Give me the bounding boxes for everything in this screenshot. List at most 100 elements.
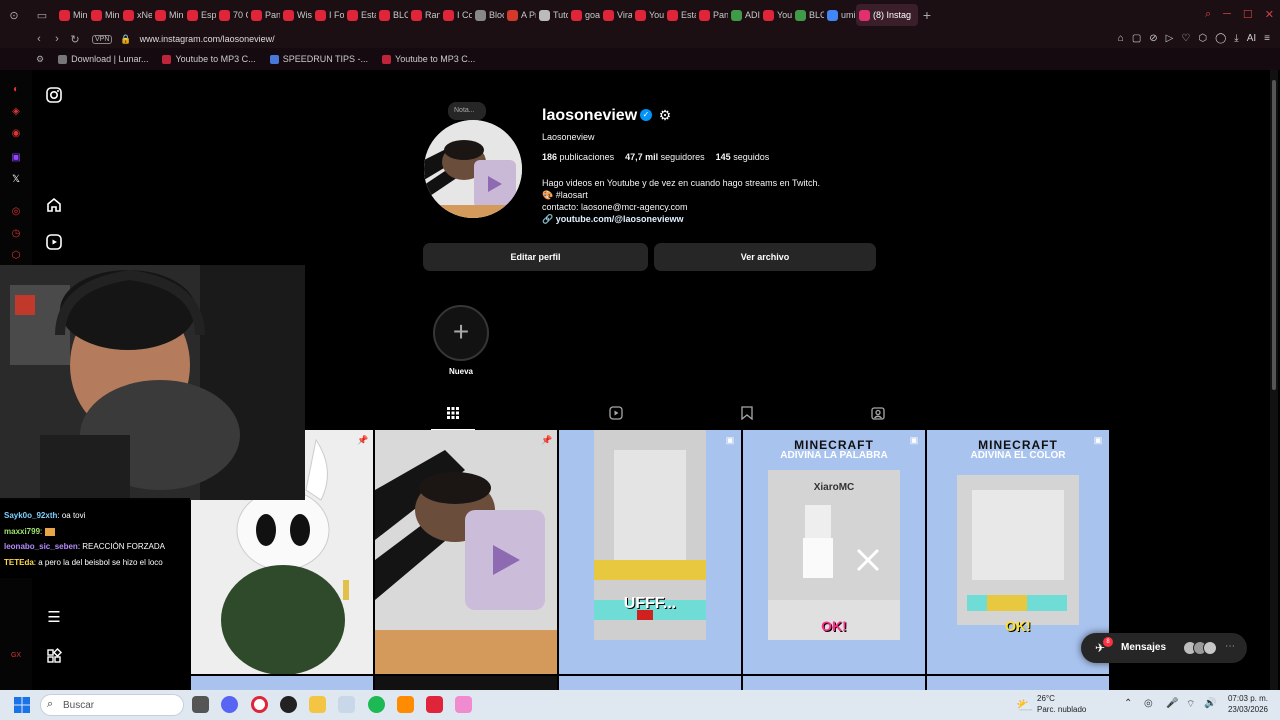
bookmark-item[interactable]: Youtube to MP3 C... — [382, 54, 475, 64]
taskbar-clock[interactable]: 07:03 p. m. 23/03/2026 — [1228, 693, 1268, 715]
bookmark-item[interactable]: SPEEDRUN TIPS -... — [269, 54, 368, 64]
browser-tab[interactable]: You — [760, 4, 792, 26]
close-icon[interactable]: ✕ — [1265, 8, 1274, 21]
edit-profile-button[interactable]: Editar perfil — [423, 243, 648, 271]
opera-menu-icon[interactable]: ⊙ — [0, 0, 28, 30]
weather-widget[interactable]: 26°C Parc. nublado — [1037, 693, 1086, 715]
gx-icon[interactable]: GX — [10, 650, 22, 662]
scrollbar-thumb[interactable] — [1272, 80, 1276, 390]
browser-tab[interactable]: Ran — [408, 4, 440, 26]
game-app-icon[interactable] — [426, 696, 443, 713]
player-icon[interactable]: ▷ — [1166, 33, 1174, 44]
browser-tab[interactable]: Esta — [344, 4, 376, 26]
task-view-icon[interactable] — [192, 696, 209, 713]
also-from-meta-icon[interactable] — [45, 647, 63, 665]
followers-count[interactable]: 47,7 mil seguidores — [625, 152, 705, 162]
browser-tab[interactable]: A Pr — [504, 4, 536, 26]
maximize-icon[interactable]: ☐ — [1243, 8, 1253, 21]
bookmarks-settings-icon[interactable]: ⚙ — [36, 54, 44, 65]
menu-icon[interactable]: ≡ — [1264, 33, 1270, 44]
heart-icon[interactable]: ♡ — [1181, 33, 1190, 44]
browser-tab[interactable]: Min — [152, 4, 184, 26]
browser-tab[interactable]: xNe — [120, 4, 152, 26]
show-hidden-icons-icon[interactable]: ⌃ — [1124, 698, 1132, 709]
browser-tab[interactable]: Pan — [696, 4, 728, 26]
file-explorer-icon[interactable] — [309, 696, 326, 713]
browser-tab[interactable]: Esp — [184, 4, 216, 26]
windows-start-icon[interactable] — [14, 697, 30, 713]
browser-tab[interactable]: Min — [88, 4, 120, 26]
network-icon[interactable]: ◎ — [1144, 698, 1153, 709]
saved-tab-icon[interactable] — [737, 406, 757, 424]
spotify-icon[interactable] — [368, 696, 385, 713]
settings-gear-icon[interactable]: ⚙ — [657, 107, 673, 123]
browser-tab[interactable]: Tuto — [536, 4, 568, 26]
snapshot-icon[interactable]: ▢ — [1132, 33, 1141, 44]
grid-post[interactable]: 📌 — [375, 430, 557, 674]
more-menu-icon[interactable]: ☰ — [45, 609, 63, 627]
instagram-logo-icon[interactable] — [45, 86, 63, 104]
browser-tab-active[interactable]: (8) Instag — [856, 4, 918, 26]
minimize-icon[interactable]: ─ — [1223, 8, 1231, 21]
bookmark-item[interactable]: Youtube to MP3 C... — [162, 54, 256, 64]
search-tabs-icon[interactable]: ⌕ — [1205, 8, 1211, 21]
twitch-icon[interactable]: ▣ — [10, 152, 22, 164]
browser-tab[interactable]: 70 C — [216, 4, 248, 26]
browser-tab[interactable]: Wis — [280, 4, 312, 26]
bookmark-icon[interactable]: ⌂ — [1118, 33, 1124, 44]
browser-tab[interactable]: Bloc — [472, 4, 504, 26]
grid-post[interactable] — [191, 676, 373, 690]
block-icon[interactable]: ⊘ — [1149, 33, 1157, 44]
grid-post[interactable]: MINECRAFT ADIVINA LA PALABRA XiaroMC OK!… — [743, 430, 925, 674]
profile-icon[interactable]: ◯ — [1215, 33, 1226, 44]
aria-ai-button[interactable]: AI — [1247, 33, 1256, 44]
new-tab-button[interactable]: + — [918, 7, 936, 23]
app-icon[interactable] — [338, 696, 355, 713]
history-icon[interactable]: ◷ — [10, 228, 22, 240]
grid-post[interactable] — [375, 676, 557, 690]
extensions-icon[interactable]: ⬡ — [1198, 33, 1207, 44]
opera-gx-icon[interactable] — [251, 696, 268, 713]
aria-icon[interactable]: ◈ — [10, 106, 22, 118]
discord-icon[interactable] — [221, 696, 238, 713]
new-highlight-button[interactable]: + — [433, 305, 489, 361]
page-scrollbar[interactable] — [1270, 70, 1278, 690]
volume-icon[interactable]: 🔊 — [1204, 698, 1216, 709]
browser-tab[interactable]: Esta — [664, 4, 696, 26]
snipping-icon[interactable] — [455, 696, 472, 713]
reels-tab-icon[interactable] — [606, 406, 626, 424]
player-sidebar-icon[interactable]: ◎ — [10, 206, 22, 218]
following-count[interactable]: 145 seguidos — [716, 152, 770, 162]
browser-tab[interactable]: BLC — [792, 4, 824, 26]
wifi-icon[interactable]: ⌔ — [1186, 698, 1195, 711]
extensions-sidebar-icon[interactable]: ⬡ — [10, 250, 22, 262]
browser-tab[interactable]: ADI — [728, 4, 760, 26]
note-bubble[interactable]: Nota... — [448, 102, 486, 120]
more-options-icon[interactable]: ⋯ — [1225, 641, 1235, 652]
vpn-badge[interactable]: VPN — [92, 34, 113, 44]
forward-icon[interactable]: › — [48, 33, 66, 45]
grid-post[interactable]: MINECRAFT ADIVINA EL COLOR OK! ▣ — [927, 430, 1109, 674]
browser-tab[interactable]: goa — [568, 4, 600, 26]
opera-app-icon[interactable]: ◐ — [10, 84, 22, 96]
bookmark-item[interactable]: Download | Lunar... — [58, 54, 148, 64]
messages-button[interactable]: ✈ 8 Mensajes ⋯ — [1081, 633, 1247, 663]
grid-post[interactable] — [743, 676, 925, 690]
grid-post[interactable]: UFFF... ▣ — [559, 430, 741, 674]
grid-post[interactable] — [559, 676, 741, 690]
browser-tab[interactable]: Min — [56, 4, 88, 26]
tagged-tab-icon[interactable] — [868, 406, 888, 424]
browser-tab[interactable]: You — [632, 4, 664, 26]
browser-tab[interactable]: I Fo — [312, 4, 344, 26]
profile-avatar[interactable] — [424, 120, 522, 218]
reels-icon[interactable] — [45, 233, 63, 251]
bio-link[interactable]: 🔗 youtube.com/@laosonevieww — [542, 213, 820, 225]
cloud-app-icon[interactable] — [397, 696, 414, 713]
browser-tab[interactable]: I Co — [440, 4, 472, 26]
posts-grid-tab-icon[interactable] — [443, 406, 463, 424]
browser-tab[interactable]: Pan — [248, 4, 280, 26]
x-icon[interactable]: 𝕏 — [10, 174, 22, 186]
home-icon[interactable] — [45, 196, 63, 214]
workspaces-icon[interactable]: ▭ — [28, 0, 56, 30]
browser-tab[interactable]: Vira — [600, 4, 632, 26]
